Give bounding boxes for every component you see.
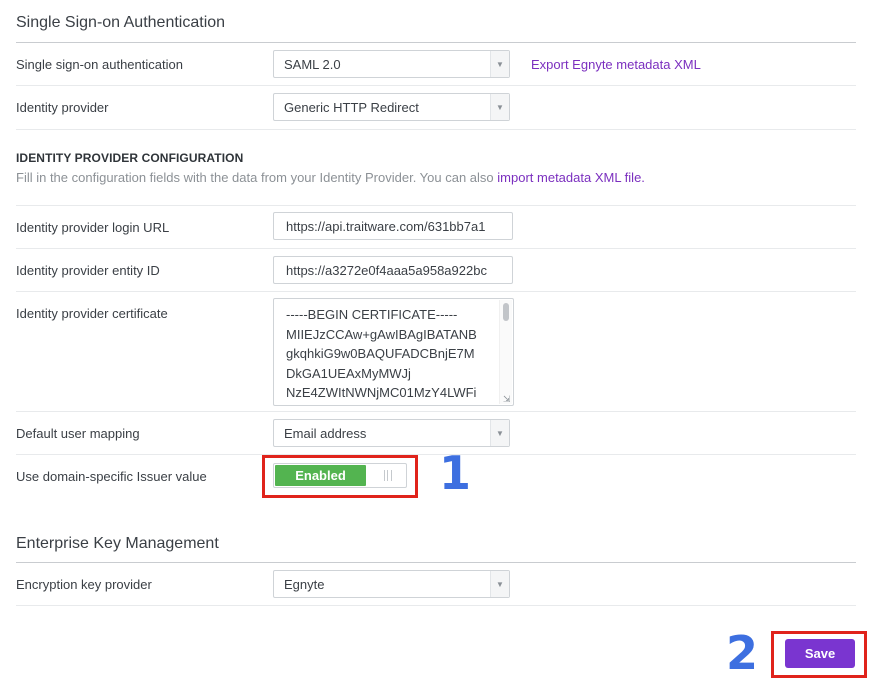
certificate-label: Identity provider certificate <box>16 306 168 321</box>
idp-config-help-text: Fill in the configuration fields with th… <box>16 170 494 185</box>
section-divider <box>16 42 856 43</box>
annotation-number-1: 1 <box>439 446 472 500</box>
chevron-down-icon: ▼ <box>490 51 509 77</box>
user-mapping-value: Email address <box>284 426 367 441</box>
idp-select[interactable]: Generic HTTP Redirect ▼ <box>273 93 510 121</box>
certificate-line: MIIEJzCCAw+gAwIBAgIBATANB <box>286 326 477 342</box>
entity-id-input[interactable]: https://a3272e0f4aaa5a958a922bc <box>273 256 513 284</box>
row-divider <box>16 454 856 455</box>
annotation-box-1 <box>262 455 418 498</box>
entity-id-label: Identity provider entity ID <box>16 263 160 278</box>
certificate-scrollbar[interactable] <box>499 300 512 404</box>
sso-select[interactable]: SAML 2.0 ▼ <box>273 50 510 78</box>
row-divider <box>16 85 856 86</box>
chevron-down-icon: ▼ <box>490 571 509 597</box>
certificate-lines: -----BEGIN CERTIFICATE----- MIIEJzCCAw+g… <box>286 305 477 403</box>
export-metadata-link[interactable]: Export Egnyte metadata XML <box>531 57 701 72</box>
row-divider <box>16 248 856 249</box>
certificate-line: DkGA1UEAxMyMWJj <box>286 365 411 381</box>
save-button[interactable]: Save <box>785 639 855 668</box>
user-mapping-select[interactable]: Email address ▼ <box>273 419 510 447</box>
login-url-input[interactable]: https://api.traitware.com/631bb7a1 <box>273 212 513 240</box>
idp-label: Identity provider <box>16 100 109 115</box>
row-divider <box>16 605 856 606</box>
certificate-line: NzE4ZWItNWNjMC01MzY4LWFi <box>286 385 477 400</box>
idp-config-heading: IDENTITY PROVIDER CONFIGURATION <box>16 151 244 165</box>
chevron-down-icon: ▼ <box>490 94 509 120</box>
user-mapping-label: Default user mapping <box>16 426 140 441</box>
entity-id-value: https://a3272e0f4aaa5a958a922bc <box>286 263 487 278</box>
key-provider-value: Egnyte <box>284 577 325 592</box>
row-divider <box>16 291 856 292</box>
issuer-label: Use domain-specific Issuer value <box>16 469 207 484</box>
import-metadata-link[interactable]: import metadata XML file. <box>497 170 645 185</box>
row-divider <box>16 205 856 206</box>
certificate-line: gkqhkiG9w0BAQUFADCBnjE7M <box>286 346 475 361</box>
resize-grip-icon[interactable]: ⇲ <box>503 395 511 404</box>
section-divider <box>16 562 856 563</box>
login-url-label: Identity provider login URL <box>16 220 170 235</box>
section-title-ekm: Enterprise Key Management <box>16 535 219 552</box>
sso-select-value: SAML 2.0 <box>284 57 341 72</box>
sso-label: Single sign-on authentication <box>16 57 183 72</box>
idp-select-value: Generic HTTP Redirect <box>284 100 419 115</box>
chevron-down-icon: ▼ <box>490 420 509 446</box>
section-title-sso: Single Sign-on Authentication <box>16 14 226 31</box>
row-divider <box>16 411 856 412</box>
row-divider <box>16 129 856 130</box>
certificate-textarea[interactable]: -----BEGIN CERTIFICATE----- MIIEJzCCAw+g… <box>273 298 514 406</box>
certificate-line: -----BEGIN CERTIFICATE----- <box>286 307 458 322</box>
key-provider-select[interactable]: Egnyte ▼ <box>273 570 510 598</box>
key-provider-label: Encryption key provider <box>16 577 152 592</box>
annotation-number-2: 2 <box>726 626 759 680</box>
idp-config-help: Fill in the configuration fields with th… <box>16 170 645 185</box>
login-url-value: https://api.traitware.com/631bb7a1 <box>286 219 486 234</box>
scrollbar-thumb[interactable] <box>503 303 509 321</box>
